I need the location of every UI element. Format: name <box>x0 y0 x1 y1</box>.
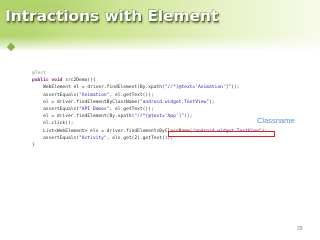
code-token: @Test <box>32 71 46 76</box>
code-token: src2Demo(){ <box>65 78 96 84</box>
code-line: el.click(); <box>32 120 267 127</box>
code-token: ); <box>209 99 215 105</box>
code-token: public void <box>32 78 66 84</box>
classname-highlight-box <box>168 131 275 137</box>
code-token: )); <box>231 85 240 91</box>
code-token: "Animation" <box>79 92 110 98</box>
classname-callout-label: Classname <box>257 116 295 125</box>
code-token: "//*[@text='App']" <box>134 114 185 120</box>
code-token: el.click(); <box>32 121 74 127</box>
code-line: el = driver.findElementByClassName("andr… <box>32 99 267 106</box>
code-token: assertEquals( <box>32 107 80 113</box>
code-token: assertEquals( <box>32 92 80 98</box>
code-line: WebElement el = driver.findElement(By.xp… <box>32 84 267 91</box>
code-token: el = driver.findElement(By.xpath( <box>32 114 135 120</box>
code-token: "Activity" <box>79 135 107 141</box>
code-line: assertEquals("Animation", el.getText()); <box>32 92 267 99</box>
code-token: , els.get(2).getText()); <box>106 135 174 141</box>
code-token: "API Demos" <box>79 107 110 113</box>
code-line: @Test <box>32 70 267 77</box>
code-token: "android.widget.TextView" <box>139 99 210 105</box>
code-line: assertEquals("API Demos", el.getText()); <box>32 106 267 113</box>
slide-title: Intractions with Element <box>5 7 219 25</box>
code-token: , el.getText()); <box>109 92 154 98</box>
code-token: } <box>32 143 35 149</box>
code-token: WebElement el = driver.findElement(By.xp… <box>32 85 165 91</box>
code-token: assertEquals( <box>32 135 80 141</box>
code-token: )); <box>184 114 193 120</box>
code-line: public void src2Demo(){ <box>32 77 267 84</box>
code-line: el = driver.findElement(By.xpath("//*[@t… <box>32 113 267 120</box>
code-line: } <box>32 142 267 149</box>
title-fade <box>0 36 320 52</box>
code-block: @Test public void src2Demo(){ WebElement … <box>32 70 267 149</box>
code-token: "//*[@text='Animation']" <box>164 85 232 91</box>
code-token: el = driver.findElementByClassName( <box>32 99 140 105</box>
code-token: , el.getText()); <box>109 107 154 113</box>
page-number: 29 <box>297 226 303 232</box>
